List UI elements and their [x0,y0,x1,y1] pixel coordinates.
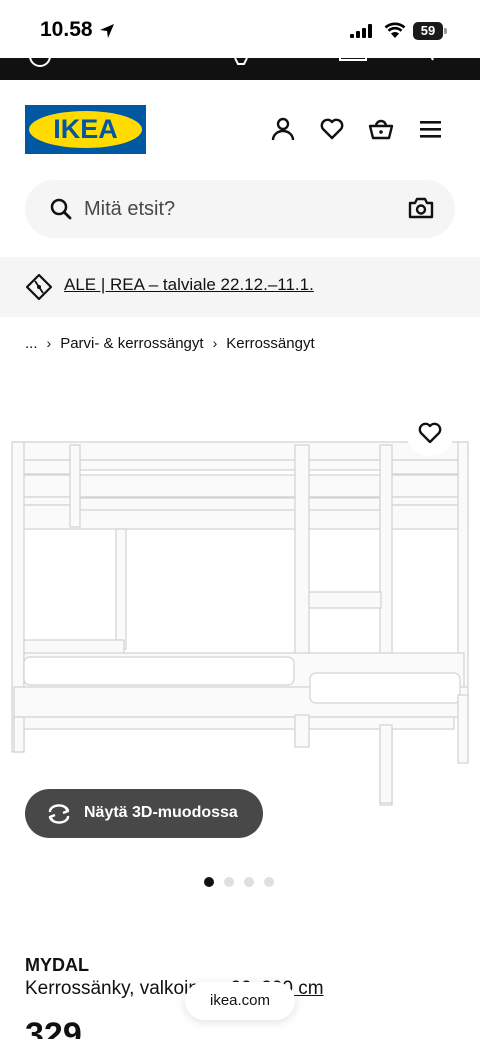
breadcrumb-ellipsis[interactable]: ... [25,335,38,352]
product-image-bunk-bed[interactable] [0,395,480,855]
logo-text: IKEA [53,114,118,144]
sale-banner[interactable]: ALE | REA – talviale 22.12.–11.1. [0,257,480,317]
carousel-dot[interactable] [244,877,254,887]
promo-strip-icons [29,58,434,67]
top-promo-strip[interactable] [0,58,480,80]
battery-level: 59 [413,22,443,40]
location-arrow-icon [100,24,114,38]
browser-url-bar[interactable]: ikea.com [185,982,295,1020]
status-time: 10.58 [40,18,93,41]
price-tag-icon [25,273,53,301]
view-3d-button[interactable]: Näytä 3D-muodossa [25,789,263,838]
carousel-dot[interactable] [264,877,274,887]
breadcrumb: ... › Parvi- & kerrossängyt › Kerrossäng… [25,333,315,353]
status-bar: 10.58 59 [0,0,480,58]
rotate-3d-icon [48,804,70,824]
carousel-indicator [204,877,284,887]
battery-icon: 59 [413,22,447,40]
sale-banner-link[interactable]: ALE | REA – talviale 22.12.–11.1. [64,275,314,295]
chevron-right-icon: › [212,335,218,351]
shopping-basket-icon[interactable] [368,116,394,142]
camera-search-icon[interactable] [408,196,434,220]
search-input[interactable]: Mitä etsit? [84,198,175,221]
product-name: MYDAL [25,955,89,975]
search-bar[interactable]: Mitä etsit? [25,180,455,238]
carousel-dot[interactable] [224,877,234,887]
menu-hamburger-icon[interactable] [418,116,444,142]
view-3d-label: Näytä 3D-muodossa [84,804,238,821]
site-header: IKEA [0,80,480,178]
cellular-signal-icon [350,24,372,38]
search-icon [50,198,72,220]
product-price: 329 [25,1016,82,1039]
breadcrumb-item[interactable]: Kerrossängyt [226,335,314,352]
wifi-icon [384,22,406,38]
breadcrumb-item[interactable]: Parvi- & kerrossängyt [60,335,203,352]
carousel-dot[interactable] [204,877,214,887]
ikea-logo[interactable]: IKEA [25,105,146,154]
save-to-favorites-button[interactable] [406,408,454,456]
chevron-right-icon: › [46,335,52,351]
wishlist-heart-icon[interactable] [319,116,345,142]
account-icon[interactable] [270,116,296,142]
heart-icon [418,422,442,444]
